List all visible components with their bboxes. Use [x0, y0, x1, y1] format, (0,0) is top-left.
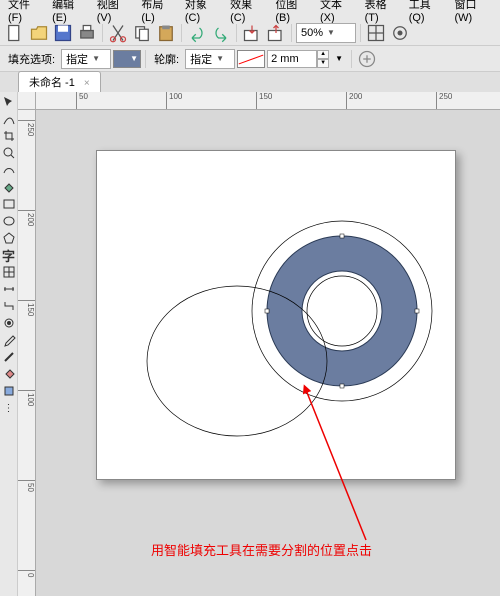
- rectangle-tool-icon[interactable]: [1, 196, 17, 212]
- save-icon[interactable]: [52, 22, 74, 44]
- outline-color-swatch[interactable]: [237, 50, 265, 68]
- document-tabs: 未命名 -1 ×: [0, 72, 500, 92]
- connector-tool-icon[interactable]: [1, 298, 17, 314]
- canvas-viewport[interactable]: 用智能填充工具在需要分割的位置点击: [36, 110, 500, 596]
- shape-tool-icon[interactable]: [1, 111, 17, 127]
- crop-tool-icon[interactable]: [1, 128, 17, 144]
- dimension-tool-icon[interactable]: [1, 281, 17, 297]
- pick-tool-icon[interactable]: [1, 94, 17, 110]
- workspace: 字 ⋮ 50 100 150 200 250 250 200 150 100 5…: [0, 92, 500, 596]
- chevron-down-icon: ▼: [327, 28, 335, 37]
- zoom-tool-icon[interactable]: [1, 145, 17, 161]
- options-icon[interactable]: [389, 22, 411, 44]
- fill-tool-icon[interactable]: [1, 366, 17, 382]
- ellipse-tool-icon[interactable]: [1, 213, 17, 229]
- open-icon[interactable]: [28, 22, 50, 44]
- menu-window[interactable]: 窗口(W): [450, 0, 496, 26]
- canvas-area: 50 100 150 200 250 250 200 150 100 50 0: [18, 92, 500, 596]
- cut-icon[interactable]: [107, 22, 129, 44]
- stroke-width-input[interactable]: ▲▼: [267, 50, 329, 68]
- print-icon[interactable]: [76, 22, 98, 44]
- tab-label: 未命名 -1: [29, 77, 75, 89]
- snap-icon[interactable]: [365, 22, 387, 44]
- import-icon[interactable]: [241, 22, 263, 44]
- add-icon[interactable]: [356, 48, 378, 70]
- eyedropper-tool-icon[interactable]: [1, 332, 17, 348]
- export-icon[interactable]: [265, 22, 287, 44]
- new-icon[interactable]: [4, 22, 26, 44]
- vertical-ruler: 250 200 150 100 50 0: [18, 110, 36, 596]
- document-tab[interactable]: 未命名 -1 ×: [18, 71, 101, 92]
- outline-label: 轮廓:: [150, 51, 183, 67]
- annotation-text: 用智能填充工具在需要分割的位置点击: [151, 540, 372, 559]
- spin-up-icon[interactable]: ▲: [317, 50, 329, 59]
- spin-down-icon[interactable]: ▼: [317, 59, 329, 68]
- table-tool-icon[interactable]: [1, 264, 17, 280]
- horizontal-ruler: 50 100 150 200 250: [36, 92, 500, 110]
- property-bar: 填充选项: 指定▼ ▼ 轮廓: 指定▼ ▲▼ ▼: [0, 46, 500, 72]
- menu-bar: 文件(F) 编辑(E) 视图(V) 布局(L) 对象(C) 效果(C) 位图(B…: [0, 0, 500, 20]
- annotation-arrow: [36, 110, 500, 596]
- zoom-dropdown[interactable]: 50% ▼: [296, 23, 356, 43]
- fill-label: 填充选项:: [4, 51, 59, 67]
- undo-icon[interactable]: [186, 22, 208, 44]
- paste-icon[interactable]: [155, 22, 177, 44]
- zoom-value: 50%: [301, 27, 323, 39]
- fill-color-swatch[interactable]: ▼: [113, 50, 141, 68]
- copy-icon[interactable]: [131, 22, 153, 44]
- interactive-fill-icon[interactable]: [1, 383, 17, 399]
- outline-mode-dropdown[interactable]: 指定▼: [185, 49, 235, 69]
- ruler-corner: [18, 92, 36, 110]
- outline-tool-icon[interactable]: [1, 349, 17, 365]
- fill-mode-dropdown[interactable]: 指定▼: [61, 49, 111, 69]
- menu-tools[interactable]: 工具(Q): [405, 0, 449, 26]
- smart-fill-tool-icon[interactable]: [1, 179, 17, 195]
- more-tools-icon[interactable]: ⋮: [1, 400, 17, 416]
- toolbox: 字 ⋮: [0, 92, 18, 596]
- effects-tool-icon[interactable]: [1, 315, 17, 331]
- redo-icon[interactable]: [210, 22, 232, 44]
- close-tab-icon[interactable]: ×: [84, 78, 90, 89]
- text-tool-icon[interactable]: 字: [1, 247, 17, 263]
- freehand-tool-icon[interactable]: [1, 162, 17, 178]
- polygon-tool-icon[interactable]: [1, 230, 17, 246]
